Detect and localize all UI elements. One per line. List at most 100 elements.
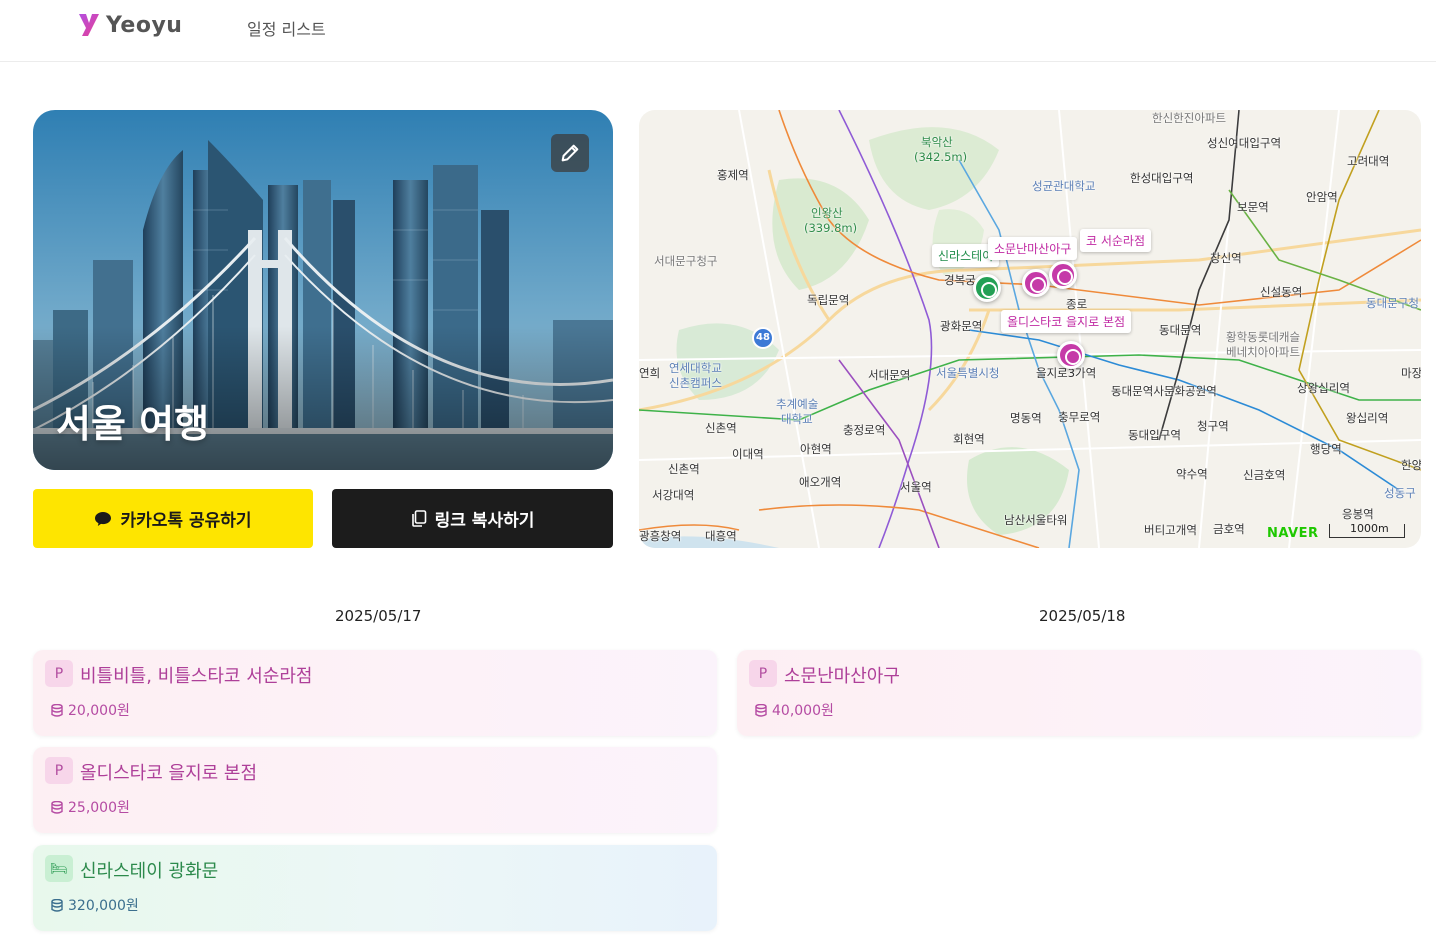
- map-label-dongdaemun: 동대문역: [1159, 323, 1202, 337]
- map-label-namsan: 남산서울타워: [1004, 513, 1068, 527]
- map-scale-label: 1000m: [1350, 522, 1389, 535]
- map-label-seogang: 서강대역: [652, 488, 695, 502]
- schedule-card[interactable]: P 올디스타코 을지로 본점 25,000원: [33, 747, 717, 833]
- price-value: 320,000원: [68, 898, 139, 914]
- map-label-ahyeon: 아현역: [800, 442, 832, 456]
- schedule-card[interactable]: P 비틀비틀, 비틀스타코 서순라점 20,000원: [33, 650, 717, 736]
- place-badge: P: [45, 660, 73, 687]
- map-label-korea-univ: 고려대역: [1347, 154, 1390, 168]
- map-label-yonsei: 연세대학교: [669, 361, 722, 375]
- nav-schedule-list[interactable]: 일정 리스트: [247, 16, 326, 40]
- logo-icon: [79, 14, 99, 36]
- map-label-dongguk: 동대입구역: [1128, 428, 1181, 442]
- naver-logo: NAVER: [1267, 526, 1319, 541]
- map-marker-bitle[interactable]: [1049, 261, 1077, 289]
- schedule-title: 올디스타코 을지로 본점: [80, 763, 258, 784]
- map-label-hongje: 홍제역: [717, 168, 749, 182]
- map-label-skku: 성균관대학교: [1032, 179, 1096, 193]
- price-value: 20,000원: [68, 703, 130, 719]
- map-label-hanshin: 한신한진아파트: [1152, 111, 1227, 125]
- schedule-title: 신라스테이 광화문: [80, 861, 219, 882]
- map-label-chungmuro: 충무로역: [1058, 410, 1101, 424]
- map-label-yonsei2: 신촌캠퍼스: [669, 376, 722, 390]
- map-label-sungshin: 성신여대입구역: [1207, 136, 1282, 150]
- map-marker-oldiestaco[interactable]: [1057, 341, 1085, 369]
- schedule-price: 20,000원: [51, 700, 130, 720]
- map-label-daeheung: 대흥역: [705, 529, 737, 543]
- edit-cover-button[interactable]: [551, 134, 589, 172]
- trip-title: 서울 여행: [56, 402, 210, 446]
- map-tag-oldiestaco[interactable]: 올디스타코 을지로 본점: [1001, 310, 1132, 333]
- map-marker-shilla-stay[interactable]: [973, 274, 1001, 302]
- pencil-icon: [561, 144, 579, 162]
- coin-stack-icon: [51, 800, 63, 814]
- map-label-yeonhui: 연희: [639, 366, 661, 380]
- map-scale-bar: 1000m: [1329, 522, 1405, 538]
- trip-cover-image: 서울 여행: [33, 110, 613, 470]
- map-label-bukaksan-height: (342.5m): [914, 150, 968, 164]
- place-badge: P: [45, 757, 73, 784]
- map-label-chugye: 추계예술: [776, 397, 819, 411]
- map-label-sinchon: 신촌역: [705, 421, 737, 435]
- map-label-aeogae: 애오개역: [799, 475, 842, 489]
- map-label-changsin: 창신역: [1210, 251, 1242, 265]
- map-label-eungbong: 응봉역: [1342, 507, 1374, 521]
- map-label-bomun: 보문역: [1237, 200, 1269, 214]
- map-label-seoul-station: 서울역: [900, 480, 932, 494]
- coin-stack-icon: [755, 703, 767, 717]
- logo[interactable]: Yeoyu: [78, 12, 182, 38]
- speech-bubble-icon: [95, 511, 112, 526]
- map-label-anam: 안암역: [1306, 190, 1338, 204]
- map-label-ddp: 동대문역사문화공원역: [1111, 384, 1217, 398]
- day-date-1: 2025/05/17: [335, 607, 422, 625]
- map-tag-bitle[interactable]: 코 서순라점: [1080, 229, 1152, 252]
- map-label-cityhall: 서울특별시청: [936, 366, 1000, 380]
- map-label-hanyang: 한양: [1401, 458, 1421, 472]
- map-tag-somunnan[interactable]: 소문난마산아구: [988, 237, 1078, 260]
- map-label-gyeongbokgung: 경복궁: [944, 273, 976, 287]
- bed-icon: 🛏: [45, 855, 73, 882]
- map-label-gwangheungchang: 광흥창역: [639, 529, 682, 543]
- map-label-haengdang: 행당역: [1310, 442, 1342, 456]
- schedule-title: 소문난마산아구: [784, 666, 900, 687]
- map-label-bukaksan: 북악산: [921, 135, 953, 149]
- map-label-beotigogae: 버티고개역: [1144, 523, 1197, 537]
- map-label-yaksu: 약수역: [1176, 467, 1208, 481]
- copy-link-button[interactable]: 링크 복사하기: [332, 489, 613, 548]
- schedule-price: 40,000원: [755, 700, 834, 720]
- map-label-hwanghak2: 베네치아아파트: [1226, 345, 1301, 359]
- map-label-myeongdong: 명동역: [1010, 411, 1042, 425]
- map-label-sinseoldong: 신설동역: [1260, 285, 1303, 299]
- schedule-card[interactable]: P 소문난마산아구 40,000원: [737, 650, 1421, 736]
- map-label-seongdong: 성동구: [1384, 486, 1416, 500]
- map-label-inwangsan-height: (339.8m): [804, 221, 858, 235]
- map-label-chungjeongno: 충정로역: [843, 423, 886, 437]
- copy-link-label: 링크 복사하기: [434, 511, 535, 531]
- kakao-share-label: 카카오톡 공유하기: [120, 511, 252, 531]
- map-label-wangsimni: 왕십리역: [1346, 411, 1389, 425]
- map-label-cheonggu: 청구역: [1197, 419, 1229, 433]
- kakao-share-button[interactable]: 카카오톡 공유하기: [33, 489, 313, 548]
- schedule-price: 320,000원: [51, 895, 139, 915]
- top-header: Yeoyu 일정 리스트: [0, 0, 1436, 62]
- map-label-hansung: 한성대입구역: [1130, 171, 1194, 185]
- map-label-hoehyeon: 회현역: [953, 432, 985, 446]
- schedule-title: 비틀비틀, 비틀스타코 서순라점: [80, 666, 313, 687]
- map-marker-somunnan[interactable]: [1022, 269, 1050, 297]
- coin-stack-icon: [51, 703, 63, 717]
- map-label-majang: 마장: [1401, 366, 1421, 380]
- map-label-chugye2: 대학교: [781, 412, 813, 426]
- map-label-dongnimmun: 독립문역: [807, 293, 850, 307]
- map-label-geumho: 금호역: [1213, 522, 1245, 536]
- map-label-dongdaemun-gu: 동대문구청: [1366, 296, 1419, 310]
- route-map[interactable]: 북악산 (342.5m) 한신한진아파트 성신여대입구역 고려대역 홍제역 성균…: [639, 110, 1421, 548]
- schedule-card[interactable]: 🛏 신라스테이 광화문 320,000원: [33, 845, 717, 931]
- map-label-seodaemun-gu: 서대문구청구: [654, 254, 718, 268]
- logo-text: Yeoyu: [106, 12, 183, 38]
- map-label-ewha: 이대역: [732, 447, 764, 461]
- price-value: 25,000원: [68, 800, 130, 816]
- coin-stack-icon: [51, 898, 63, 912]
- copy-icon: [411, 510, 426, 527]
- map-label-singeumho: 신금호역: [1243, 468, 1286, 482]
- map-label-sinchon-2: 신촌역: [668, 462, 700, 476]
